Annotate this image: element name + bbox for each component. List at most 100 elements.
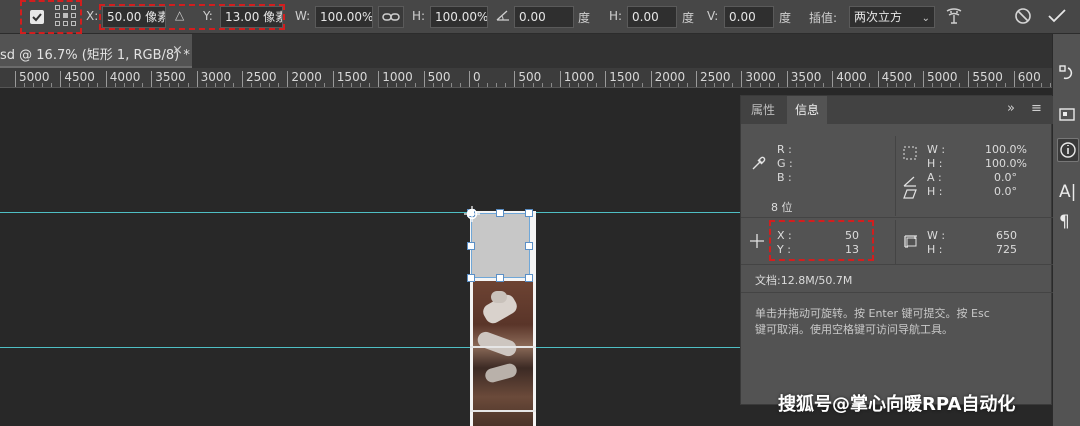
ruler-minor-tick — [323, 83, 325, 87]
transform-handle[interactable] — [467, 242, 475, 250]
ruler-minor-tick — [859, 83, 861, 87]
ruler-minor-tick — [614, 83, 616, 87]
ruler-minor-tick — [341, 83, 343, 87]
ruler-minor-tick — [523, 83, 525, 87]
tab-info[interactable]: 信息 — [787, 96, 828, 124]
transform-handle[interactable] — [467, 274, 475, 282]
panel-divider — [895, 220, 896, 264]
x-position-input[interactable]: 50.00 像素 — [102, 6, 166, 28]
ruler-minor-tick — [1022, 83, 1024, 87]
skew-v-input[interactable]: 0.00 — [724, 6, 774, 28]
ruler-minor-tick — [596, 83, 598, 87]
tab-properties[interactable]: 属性 — [743, 96, 783, 124]
width-scale-input[interactable]: 100.00% — [315, 6, 373, 28]
ruler-minor-tick — [768, 83, 770, 87]
ruler-minor-tick — [260, 83, 262, 87]
hint-text-line-1: 单击并拖动可旋转。按 Enter 键可提交。按 Esc — [755, 307, 990, 320]
ruler-minor-tick — [214, 83, 216, 87]
ruler-minor-tick — [541, 83, 543, 87]
relative-position-icon[interactable]: △ — [175, 8, 184, 22]
ruler-minor-tick — [777, 83, 779, 87]
interpolation-select[interactable]: 两次立方 ⌄ — [849, 6, 935, 28]
height-scale-input[interactable]: 100.00% — [430, 6, 488, 28]
history-icon[interactable] — [1059, 64, 1075, 86]
info-icon[interactable] — [1057, 138, 1079, 162]
character-icon[interactable]: A| — [1059, 182, 1076, 202]
link-icon[interactable] — [378, 6, 404, 28]
document-tab-bar: sd @ 16.7% (矩形 1, RGB/8) * × — [0, 34, 1052, 68]
ruler-minor-tick — [459, 83, 461, 87]
reference-point-crosshair-icon[interactable] — [463, 205, 481, 226]
ruler-minor-tick — [659, 83, 661, 87]
selection-size-icon — [903, 146, 917, 163]
x-label: X: — [86, 9, 99, 23]
cancel-transform-icon[interactable] — [1014, 7, 1032, 28]
pos-x-value: 50 — [845, 229, 859, 242]
ruler-minor-tick — [223, 83, 225, 87]
ruler-minor-tick — [42, 83, 44, 87]
skew-v-label: V: — [707, 9, 719, 23]
ruler-minor-tick — [450, 83, 452, 87]
document-tab[interactable]: sd @ 16.7% (矩形 1, RGB/8) * × — [0, 34, 192, 68]
size-w-value: 650 — [996, 229, 1017, 242]
ruler-minor-tick — [278, 83, 280, 87]
ruler-minor-tick — [550, 83, 552, 87]
skew-h-input[interactable]: 0.00 — [627, 6, 677, 28]
transform-handle[interactable] — [496, 274, 504, 282]
ruler-minor-tick — [232, 83, 234, 87]
rotate-angle-input[interactable]: 0.00 — [514, 6, 574, 28]
g-label: G : — [777, 157, 793, 170]
paragraph-icon[interactable]: ¶ — [1059, 212, 1070, 232]
expand-panel-icon[interactable]: » — [1007, 101, 1015, 116]
ruler-minor-tick — [977, 83, 979, 87]
horizontal-ruler[interactable]: 5000 4500 4000 3500 3000 2500 2000 1500 1000 500 0… — [0, 68, 1052, 88]
skew-h-label: H: — [609, 9, 623, 23]
libraries-icon[interactable] — [1059, 106, 1075, 126]
guide-line[interactable] — [0, 212, 740, 213]
close-icon[interactable]: × — [172, 43, 183, 58]
ruler-minor-tick — [432, 83, 434, 87]
panel-divider — [741, 217, 1053, 218]
interpolation-label: 插值: — [809, 11, 838, 25]
guide-line[interactable] — [0, 347, 740, 348]
panel-dock-strip: A| ¶ — [1052, 34, 1080, 426]
transform-handle[interactable] — [496, 209, 504, 217]
transform-w-label: W : — [927, 143, 946, 156]
commit-transform-icon[interactable] — [1047, 7, 1067, 28]
eyedropper-icon[interactable] — [750, 154, 768, 175]
transform-skew-label: H : — [927, 185, 943, 198]
size-w-label: W : — [927, 229, 946, 242]
ruler-minor-tick — [87, 83, 89, 87]
panel-menu-icon[interactable]: ≡ — [1031, 101, 1042, 116]
ruler-minor-tick — [795, 83, 797, 87]
ruler-tick-label: 500 — [514, 71, 541, 87]
reference-point-checkbox[interactable] — [30, 10, 44, 24]
height-label: H: — [412, 9, 426, 23]
ruler-minor-tick — [577, 83, 579, 87]
transform-handle[interactable] — [525, 209, 533, 217]
transform-handle[interactable] — [525, 274, 533, 282]
ruler-minor-tick — [532, 83, 534, 87]
ruler-minor-tick — [850, 83, 852, 87]
ruler-minor-tick — [932, 83, 934, 87]
ruler-minor-tick — [732, 83, 734, 87]
transform-h-value: 100.0% — [985, 157, 1027, 170]
hint-text-line-2: 键可取消。使用空格键可访问导航工具。 — [755, 323, 953, 336]
ruler-minor-tick — [33, 83, 35, 87]
ruler-minor-tick — [986, 83, 988, 87]
ruler-minor-tick — [360, 83, 362, 87]
reference-point-grid-icon[interactable] — [55, 5, 77, 27]
ruler-minor-tick — [587, 83, 589, 87]
pos-x-label: X : — [777, 229, 792, 242]
warp-mode-icon[interactable] — [944, 6, 964, 31]
transform-angle-label: A : — [927, 171, 942, 184]
skew-icon — [903, 188, 917, 202]
document-size-info: 文档:12.8M/50.7M — [755, 274, 853, 287]
y-position-input[interactable]: 13.00 像素 — [220, 6, 283, 28]
ruler-minor-tick — [941, 83, 943, 87]
ruler-minor-tick — [1041, 83, 1043, 87]
transform-handle[interactable] — [525, 242, 533, 250]
ruler-minor-tick — [414, 83, 416, 87]
ruler-minor-tick — [251, 83, 253, 87]
ruler-minor-tick — [950, 83, 952, 87]
